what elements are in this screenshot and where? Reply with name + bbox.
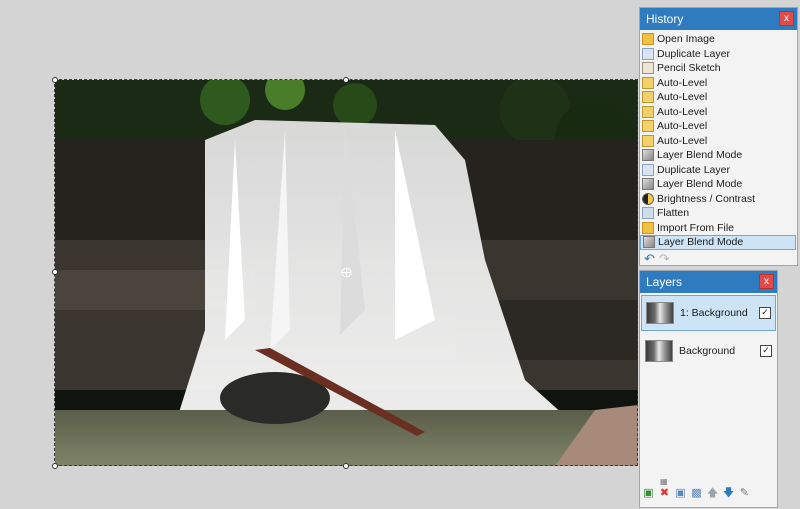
delete-layer-icon[interactable]: ✖ (658, 487, 671, 500)
history-header: History x (640, 8, 797, 30)
folder-open-icon (642, 33, 654, 46)
auto-level-icon (642, 91, 654, 104)
history-item-layer-blend-mode[interactable]: Layer Blend Mode (640, 148, 797, 163)
undo-redo-row: ↶ ↷ (640, 252, 800, 266)
layer-visibility-checkbox[interactable]: ✓ (759, 307, 771, 319)
history-item-label: Brightness / Contrast (657, 192, 756, 205)
history-item-auto-level[interactable]: Auto-Level (640, 134, 797, 149)
layer-row-1-background[interactable]: 1: Background ✓ (641, 295, 776, 331)
history-item-label: Auto-Level (657, 76, 708, 89)
panel-grip-icon[interactable]: ▦ (660, 478, 670, 486)
import-file-icon (642, 221, 654, 234)
history-item-label: Auto-Level (657, 105, 708, 118)
history-item-label: Layer Blend Mode (658, 236, 744, 248)
layer-thumbnail (645, 340, 673, 362)
duplicate-layer-icon[interactable]: ▣ (674, 487, 687, 500)
layer-visibility-checkbox[interactable]: ✓ (760, 345, 772, 357)
history-title: History (646, 12, 684, 26)
move-up-icon[interactable]: 🡅 (706, 487, 719, 500)
layer-blend-icon (642, 149, 654, 162)
move-handle-icon[interactable] (341, 267, 352, 278)
auto-level-icon (642, 76, 654, 89)
history-item-layer-blend-mode-selected[interactable]: Layer Blend Mode (640, 235, 796, 250)
layer-row-background[interactable]: Background ✓ (641, 333, 776, 369)
history-item-import-from-file[interactable]: Import From File (640, 221, 797, 236)
history-item-label: Auto-Level (657, 91, 708, 103)
layer-properties-icon[interactable]: ✎ (738, 487, 751, 500)
layer-thumbnail (646, 302, 674, 324)
history-item-label: Duplicate Layer (657, 163, 730, 176)
history-item-label: Flatten (657, 207, 690, 219)
history-item-label: Pencil Sketch (657, 62, 721, 74)
resize-handle-bl[interactable] (52, 463, 58, 469)
layer-blend-icon (642, 178, 654, 191)
history-item-label: Layer Blend Mode (657, 149, 743, 161)
layers-header: Layers x (640, 271, 777, 293)
layers-toolbar: ▣ ✖ ▣ ▩ 🡅 🡇 ✎ (642, 487, 751, 500)
layers-panel: Layers x 1: Background ✓ Background ✓ ▦ … (639, 270, 778, 508)
redo-icon[interactable]: ↷ (659, 252, 670, 265)
history-item-duplicate-layer[interactable]: Duplicate Layer (640, 163, 797, 178)
resize-handle-tc[interactable] (343, 77, 349, 83)
layer-blend-icon (643, 236, 655, 249)
auto-level-icon (642, 105, 654, 118)
brightness-contrast-icon (642, 192, 654, 205)
flatten-icon (642, 207, 654, 220)
history-item-label: Import From File (657, 221, 735, 234)
duplicate-layer-icon (642, 47, 654, 60)
history-item-label: Open Image (657, 33, 715, 45)
resize-handle-bc[interactable] (343, 463, 349, 469)
history-item-layer-blend-mode[interactable]: Layer Blend Mode (640, 177, 797, 192)
layers-close-button[interactable]: x (759, 274, 774, 289)
auto-level-icon (642, 120, 654, 133)
history-item-flatten[interactable]: Flatten (640, 206, 797, 221)
layer-name: Background (679, 345, 736, 357)
pencil-sketch-icon (642, 62, 654, 75)
history-item-auto-level[interactable]: Auto-Level (640, 119, 797, 134)
history-item-pencil-sketch[interactable]: Pencil Sketch (640, 61, 797, 76)
move-down-icon[interactable]: 🡇 (722, 487, 735, 500)
history-item-auto-level[interactable]: Auto-Level (640, 105, 797, 120)
history-item-open-image[interactable]: Open Image (640, 32, 797, 47)
layer-name: 1: Background (680, 307, 748, 319)
history-item-label: Auto-Level (657, 120, 708, 132)
history-item-label: Auto-Level (657, 134, 708, 147)
undo-icon[interactable]: ↶ (644, 252, 655, 265)
add-layer-icon[interactable]: ▣ (642, 487, 655, 500)
layers-title: Layers (646, 275, 683, 289)
merge-down-icon[interactable]: ▩ (690, 487, 703, 500)
resize-handle-ml[interactable] (52, 269, 58, 275)
history-item-auto-level[interactable]: Auto-Level (640, 76, 797, 91)
auto-level-icon (642, 134, 654, 147)
history-panel: History x Open Image Duplicate Layer Pen… (639, 7, 798, 266)
history-item-label: Layer Blend Mode (657, 178, 743, 190)
history-item-brightness-contrast[interactable]: Brightness / Contrast (640, 192, 797, 207)
duplicate-layer-icon (642, 163, 654, 176)
history-item-duplicate-layer[interactable]: Duplicate Layer (640, 47, 797, 62)
history-item-auto-level[interactable]: Auto-Level (640, 90, 797, 105)
history-close-button[interactable]: x (779, 11, 794, 26)
history-item-label: Duplicate Layer (657, 47, 730, 60)
resize-handle-tl[interactable] (52, 77, 58, 83)
history-list: Open Image Duplicate Layer Pencil Sketch… (640, 30, 797, 250)
